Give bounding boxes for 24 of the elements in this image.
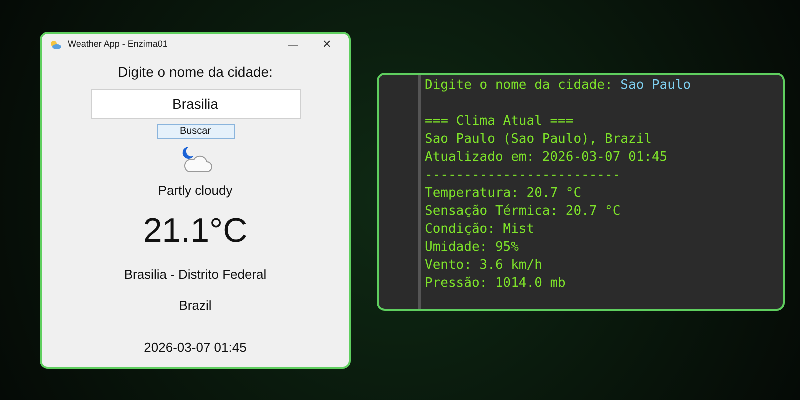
- window-title: Weather App - Enzima01: [68, 38, 168, 52]
- console-output-line: Condição: Mist: [425, 221, 536, 239]
- console-output-line: -------------------------: [425, 167, 622, 185]
- console-output-line: Atualizado em: 2026-03-07 01:45: [425, 149, 669, 167]
- city-input-field[interactable]: Brasilia: [90, 89, 300, 119]
- console-output-line: Umidade: 95%: [425, 239, 520, 257]
- console-output-line: === Clima Atual ===: [425, 113, 575, 131]
- updated-time-text: 2026-03-07 01:45: [144, 338, 247, 356]
- console-output-line: Vento: 3.6 km/h: [425, 257, 544, 275]
- search-button[interactable]: Buscar: [156, 124, 234, 139]
- console-prompt-text: Digite o nome da cidade:: [425, 78, 614, 93]
- weather-app-icon: [50, 40, 62, 50]
- minimize-button[interactable]: —: [279, 38, 307, 52]
- city-prompt-label: Digite o nome da cidade:: [118, 63, 273, 82]
- console-output-line: Sao Paulo (Sao Paulo), Brazil: [425, 131, 653, 149]
- console-input-text: Sao Paulo: [620, 78, 692, 93]
- close-button[interactable]: ✕: [313, 36, 341, 54]
- console-output-line: Sensação Térmica: 20.7 °C: [425, 203, 622, 221]
- console-output-line: Pressão: 1014.0 mb: [425, 275, 567, 293]
- console-output-line: Temperatura: 20.7 °C: [425, 185, 583, 203]
- country-text: Brazil: [179, 297, 212, 315]
- condition-text: Partly cloudy: [158, 182, 233, 200]
- temperature-text: 21.1°C: [143, 210, 248, 250]
- location-text: Brasilia - Distrito Federal: [124, 266, 267, 284]
